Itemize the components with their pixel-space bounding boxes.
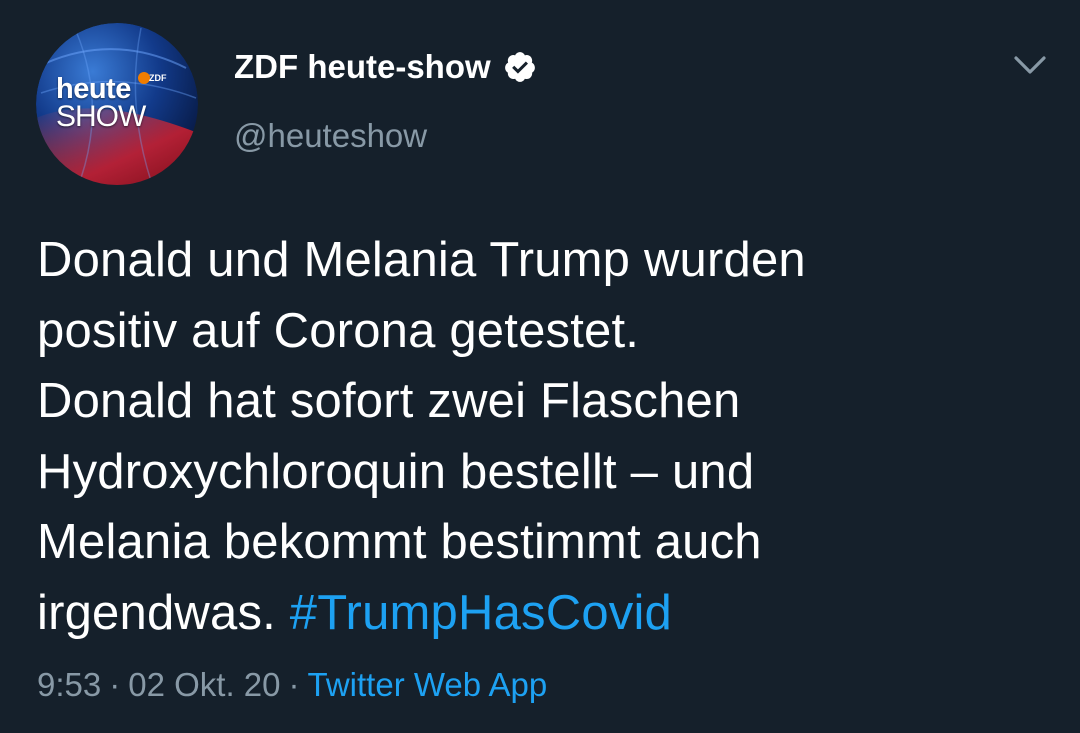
tweet-line: Donald hat sofort zwei Flaschen [37, 374, 741, 428]
avatar[interactable]: ZDF heute SHOW [36, 23, 198, 185]
user-handle[interactable]: @heuteshow [234, 117, 427, 155]
tweet-line: positiv auf Corona getestet. [37, 303, 640, 358]
user-name-row: ZDF heute-show [234, 44, 537, 90]
avatar-wordmark: heute SHOW [56, 75, 146, 133]
hashtag-link[interactable]: #TrumpHasCovid [290, 586, 672, 640]
tweet-date[interactable]: 02 Okt. 20 [128, 666, 280, 703]
tweet-line: Melania bekommt bestimmt auch [37, 515, 762, 569]
tweet-source-link[interactable]: Twitter Web App [308, 666, 548, 703]
avatar-word-show: SHOW [56, 100, 146, 133]
tweet-line-last: irgendwas. #TrumpHasCovid [37, 578, 1047, 649]
tweet-line-text: irgendwas. [37, 585, 276, 640]
tweet-time[interactable]: 9:53 [37, 666, 101, 703]
tweet-meta: 9:53 · 02 Okt. 20 · Twitter Web App [37, 666, 547, 704]
tweet-line: Hydroxychloroquin bestellt – und [37, 444, 755, 499]
tweet-line: Donald und Melania Trump wurden [37, 233, 806, 287]
display-name[interactable]: ZDF heute-show [234, 48, 491, 86]
zdf-badge: ZDF [149, 73, 167, 83]
meta-separator: · [288, 666, 300, 703]
meta-separator: · [109, 666, 121, 703]
tweet-text: Donald und Melania Trump wurden positiv … [37, 225, 1047, 648]
chevron-down-icon[interactable] [1010, 50, 1050, 80]
verified-badge-icon [504, 52, 535, 82]
tweet-card: ZDF heute SHOW ZDF heute-show @heuteshow… [0, 0, 1080, 733]
